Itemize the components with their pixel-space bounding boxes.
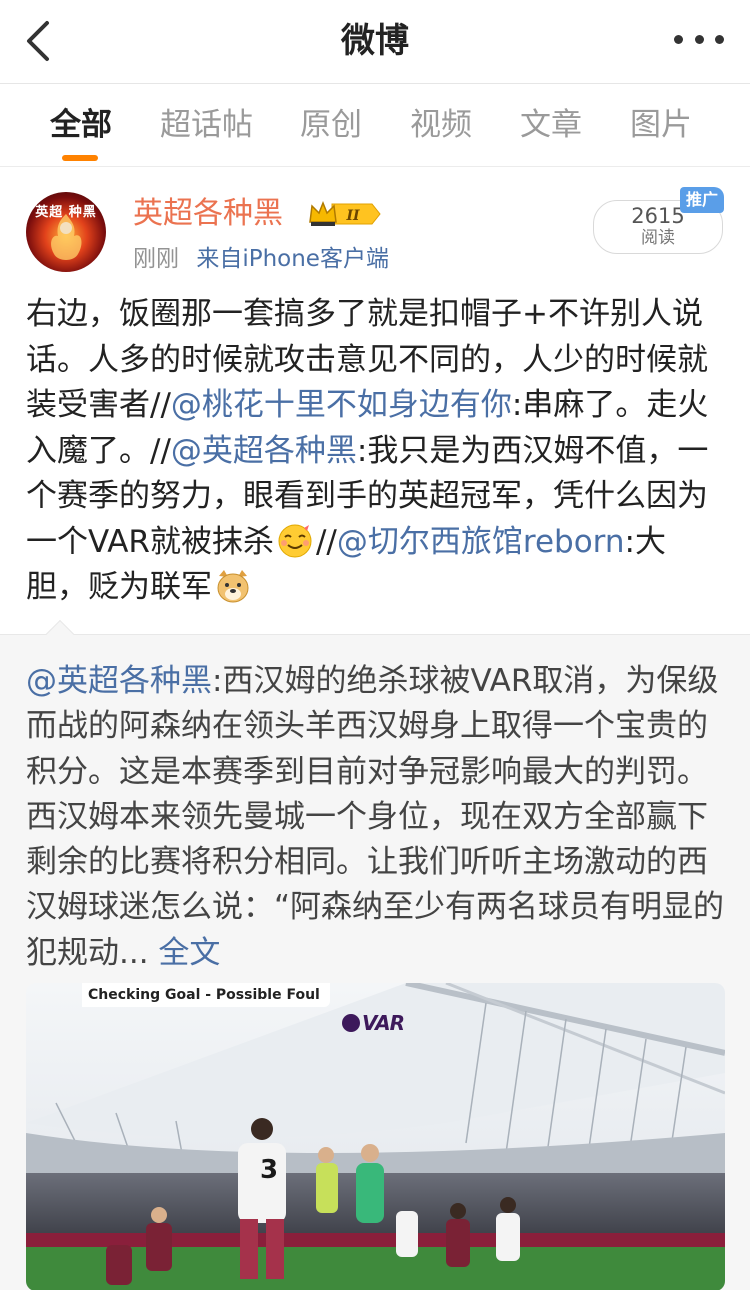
- retweeted-post[interactable]: @英超各种黑:西汉姆的绝杀球被VAR取消，为保级而战的阿森纳在领头羊西汉姆身上取…: [0, 619, 750, 1290]
- retweet-body: :西汉姆的绝杀球被VAR取消，为保级而战的阿森纳在领头羊西汉姆身上取得一个宝贵的…: [26, 663, 725, 971]
- video-thumbnail[interactable]: Checking Goal - Possible Foul VAR 3: [26, 983, 725, 1290]
- premier-league-lion-icon: [342, 1014, 360, 1032]
- var-logo: VAR: [342, 1011, 405, 1035]
- tab-image[interactable]: 图片: [630, 105, 692, 145]
- avatar[interactable]: 英超 种黑: [26, 192, 106, 272]
- mention-link[interactable]: @切尔西旅馆reborn: [337, 524, 625, 560]
- var-check-label: Checking Goal - Possible Foul: [82, 983, 330, 1007]
- source-name: iPhone客户端: [242, 246, 389, 272]
- retweet-text: @英超各种黑:西汉姆的绝杀球被VAR取消，为保级而战的阿森纳在领头羊西汉姆身上取…: [26, 659, 726, 976]
- source-prefix: 来自: [196, 246, 243, 272]
- mention-link[interactable]: @英超各种黑: [171, 433, 357, 469]
- read-label: 阅读: [641, 228, 675, 248]
- player-shirt-number: 3: [260, 1155, 279, 1185]
- mention-link[interactable]: @桃花十里不如身边有你: [171, 387, 512, 423]
- post-meta: 刚刚 来自iPhone客户端: [133, 245, 389, 273]
- author-name[interactable]: 英超各种黑: [133, 196, 283, 232]
- vip-crown-badge-icon: II: [309, 200, 381, 226]
- filter-tabs: 全部 超话帖 原创 视频 文章 图片: [0, 85, 750, 167]
- promoted-badge: 推广: [680, 187, 725, 213]
- post-source[interactable]: 来自iPhone客户端: [196, 246, 389, 272]
- badge-level: II: [345, 208, 360, 224]
- tab-original[interactable]: 原创: [300, 105, 362, 145]
- tab-super-topic[interactable]: 超话帖: [160, 105, 253, 145]
- read-full-text-link[interactable]: 全文: [158, 935, 220, 971]
- doge-emoji-icon: [217, 570, 249, 603]
- var-logo-text: VAR: [362, 1011, 405, 1035]
- active-tab-indicator: [62, 155, 98, 161]
- tab-video[interactable]: 视频: [410, 105, 472, 145]
- smiling-face-emoji-icon: [278, 524, 312, 557]
- post-text: 右边，饭圈那一套搞多了就是扣帽子+不许别人说话。人多的时候就攻击意见不同的，人少…: [26, 292, 726, 611]
- post-text-segment: //: [315, 523, 337, 560]
- flame-figure-icon: [51, 214, 82, 260]
- more-dots-icon: [674, 34, 683, 44]
- retweet-author-mention[interactable]: @英超各种黑: [26, 663, 212, 699]
- tab-all[interactable]: 全部: [50, 105, 112, 145]
- post-time: 刚刚: [133, 246, 179, 272]
- more-options-button[interactable]: [674, 28, 724, 50]
- weibo-post: 英超 种黑 英超各种黑 II 刚刚 来自iPhone客户端 2615 阅读 推广…: [0, 168, 750, 634]
- tab-article[interactable]: 文章: [520, 105, 582, 145]
- navigation-bar: 微博: [0, 0, 750, 84]
- page-title: 微博: [341, 21, 409, 61]
